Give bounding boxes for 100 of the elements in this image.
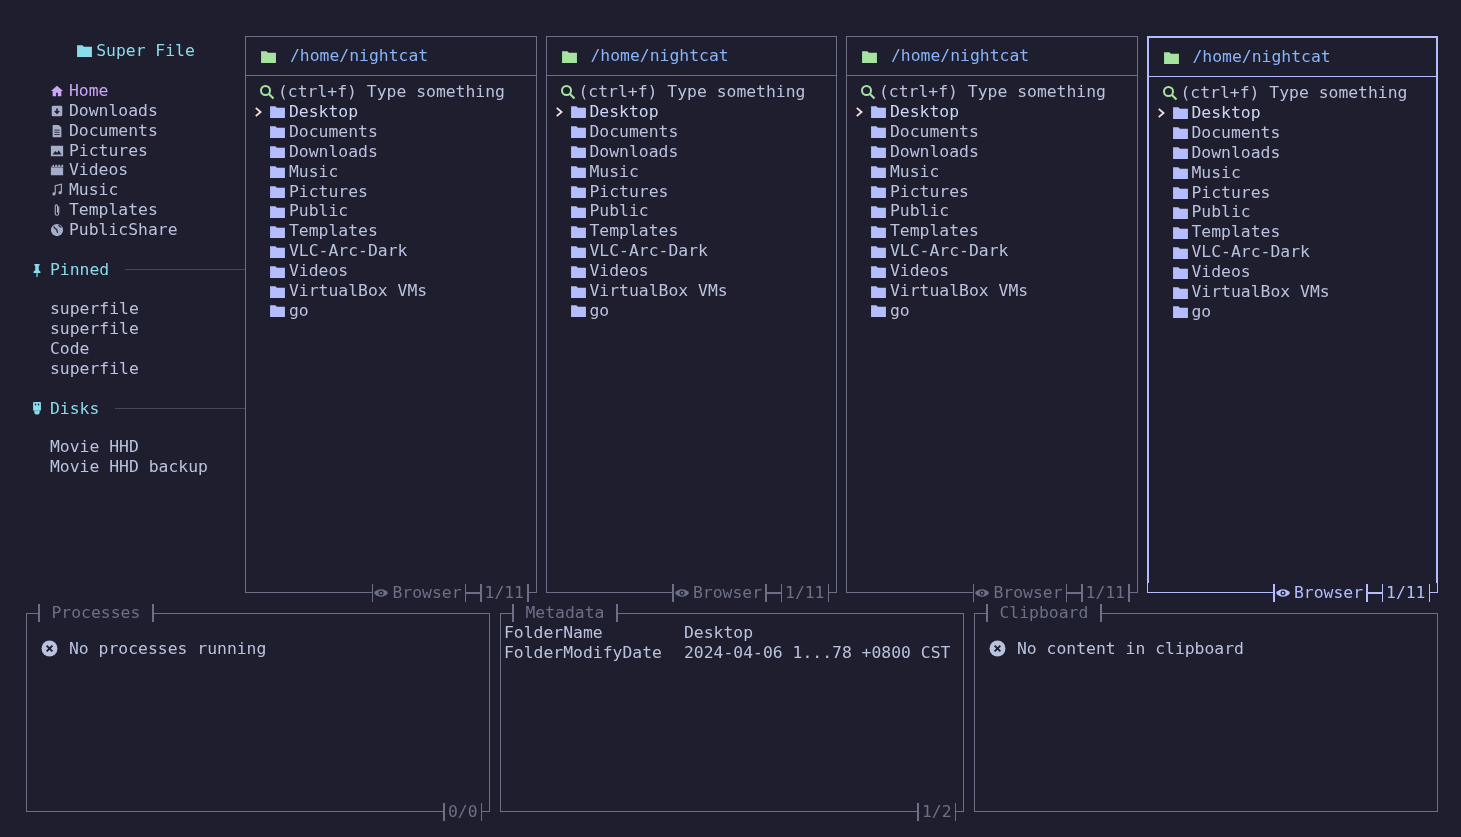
disk-item[interactable]: Movie HHD xyxy=(50,437,139,458)
item-count: 1/11 xyxy=(1385,583,1427,603)
file-item[interactable]: VLC-Arc-Dark xyxy=(1153,242,1310,263)
file-item[interactable]: Music xyxy=(1153,162,1241,183)
panel-title: Clipboard xyxy=(998,603,1090,623)
file-item[interactable]: Pictures xyxy=(852,181,969,202)
file-item[interactable]: go xyxy=(852,300,910,321)
file-item[interactable]: Public xyxy=(1153,202,1251,223)
file-item[interactable]: Music xyxy=(551,161,639,182)
file-item[interactable]: go xyxy=(251,300,309,321)
chevron-icon xyxy=(253,104,264,119)
picture-icon xyxy=(50,143,64,158)
folder-icon xyxy=(569,302,587,320)
file-item[interactable]: VirtualBox VMs xyxy=(1153,282,1330,302)
empty-message: No content in clipboard xyxy=(1017,639,1244,659)
pinned-item[interactable]: superfile xyxy=(50,318,139,339)
chevron-icon xyxy=(553,104,565,119)
close-circle-icon xyxy=(989,640,1006,658)
search-icon xyxy=(860,83,876,100)
file-item[interactable]: Documents xyxy=(551,121,679,142)
file-item[interactable]: Public xyxy=(551,201,649,222)
file-item[interactable]: Desktop xyxy=(251,101,359,122)
file-item[interactable]: VirtualBox VMs xyxy=(852,281,1029,301)
folder-icon xyxy=(76,42,94,60)
file-item[interactable]: VLC-Arc-Dark xyxy=(551,241,708,262)
file-item[interactable]: Templates xyxy=(551,221,679,242)
folder-icon xyxy=(269,163,286,181)
globe-icon xyxy=(50,223,64,238)
folder-icon xyxy=(870,143,887,161)
path-label: /home/nightcat xyxy=(891,46,1030,66)
file-item[interactable]: Documents xyxy=(1153,122,1281,143)
pinned-item[interactable]: superfile xyxy=(50,358,139,379)
file-item[interactable]: Documents xyxy=(251,121,378,142)
pinned-item[interactable]: Code xyxy=(50,338,90,359)
usb-drive-icon xyxy=(30,400,44,417)
document-icon xyxy=(50,123,64,138)
file-item[interactable]: Public xyxy=(251,201,349,222)
search-field[interactable]: (ctrl+f) Type something xyxy=(578,82,819,102)
sidebar-item[interactable]: Documents xyxy=(69,120,158,141)
file-item[interactable]: Downloads xyxy=(1153,142,1281,163)
file-item[interactable]: Pictures xyxy=(251,181,368,202)
panel-title: Processes xyxy=(50,603,142,623)
file-item[interactable]: Pictures xyxy=(1153,182,1271,203)
metadata-key: FolderName xyxy=(504,623,684,643)
close-circle-icon xyxy=(41,640,58,658)
folder-icon xyxy=(870,103,887,121)
file-item[interactable]: go xyxy=(1153,301,1212,322)
sidebar-item[interactable]: Videos xyxy=(69,160,129,181)
disk-item[interactable]: Movie HHD backup xyxy=(50,457,208,478)
file-item[interactable]: Videos xyxy=(251,261,349,282)
item-count: 1/11 xyxy=(483,583,525,603)
metadata-value: Desktop xyxy=(684,623,754,643)
sidebar-item[interactable]: PublicShare xyxy=(69,220,178,241)
file-item[interactable]: Desktop xyxy=(551,101,659,122)
home-icon xyxy=(50,83,64,98)
sidebar-item[interactable]: Home xyxy=(69,80,109,101)
app-title: Super File xyxy=(96,41,195,61)
search-field[interactable]: (ctrl+f) Type something xyxy=(278,82,518,102)
file-item[interactable]: Videos xyxy=(551,261,649,282)
file-item[interactable]: go xyxy=(551,300,610,321)
folder-icon xyxy=(870,163,887,181)
empty-message: No processes running xyxy=(69,639,267,659)
folder-icon xyxy=(1171,124,1189,142)
file-item[interactable]: Templates xyxy=(1153,222,1281,243)
file-item[interactable]: Desktop xyxy=(852,101,960,122)
file-item[interactable]: Music xyxy=(251,161,339,182)
file-item[interactable]: Downloads xyxy=(251,141,378,162)
folder-icon xyxy=(1171,303,1189,321)
sidebar-item[interactable]: Pictures xyxy=(69,140,148,161)
chevron-icon xyxy=(1155,105,1167,120)
file-item[interactable]: Downloads xyxy=(852,141,979,162)
folder-icon xyxy=(870,302,887,320)
item-count: 1/11 xyxy=(1084,583,1126,603)
sidebar-item[interactable]: Templates xyxy=(69,200,158,221)
file-item[interactable]: VLC-Arc-Dark xyxy=(251,241,408,262)
pinned-item[interactable]: superfile xyxy=(50,298,139,319)
film-icon xyxy=(50,163,64,178)
search-field[interactable]: (ctrl+f) Type something xyxy=(1180,83,1421,103)
file-item[interactable]: Desktop xyxy=(1153,102,1261,123)
file-item[interactable]: VirtualBox VMs xyxy=(551,281,728,301)
search-icon xyxy=(259,83,275,100)
file-item[interactable]: Templates xyxy=(852,221,979,242)
file-item[interactable]: Videos xyxy=(852,261,950,282)
folder-icon xyxy=(1171,104,1189,122)
folder-icon xyxy=(569,143,587,161)
file-item[interactable]: Videos xyxy=(1153,262,1251,283)
folder-icon xyxy=(1171,164,1189,182)
sidebar-item[interactable]: Downloads xyxy=(69,100,158,121)
search-field[interactable]: (ctrl+f) Type something xyxy=(879,82,1119,102)
file-item[interactable]: Music xyxy=(852,161,940,182)
file-item[interactable]: Public xyxy=(852,201,950,222)
file-item[interactable]: VirtualBox VMs xyxy=(251,281,428,301)
file-item[interactable]: Documents xyxy=(852,121,979,142)
search-icon xyxy=(559,83,576,100)
file-item[interactable]: VLC-Arc-Dark xyxy=(852,241,1009,262)
file-item[interactable]: Downloads xyxy=(551,141,679,162)
sidebar-item[interactable]: Music xyxy=(69,180,119,201)
file-item[interactable]: Pictures xyxy=(551,181,669,202)
file-item[interactable]: Templates xyxy=(251,221,378,242)
folder-icon xyxy=(269,123,286,141)
